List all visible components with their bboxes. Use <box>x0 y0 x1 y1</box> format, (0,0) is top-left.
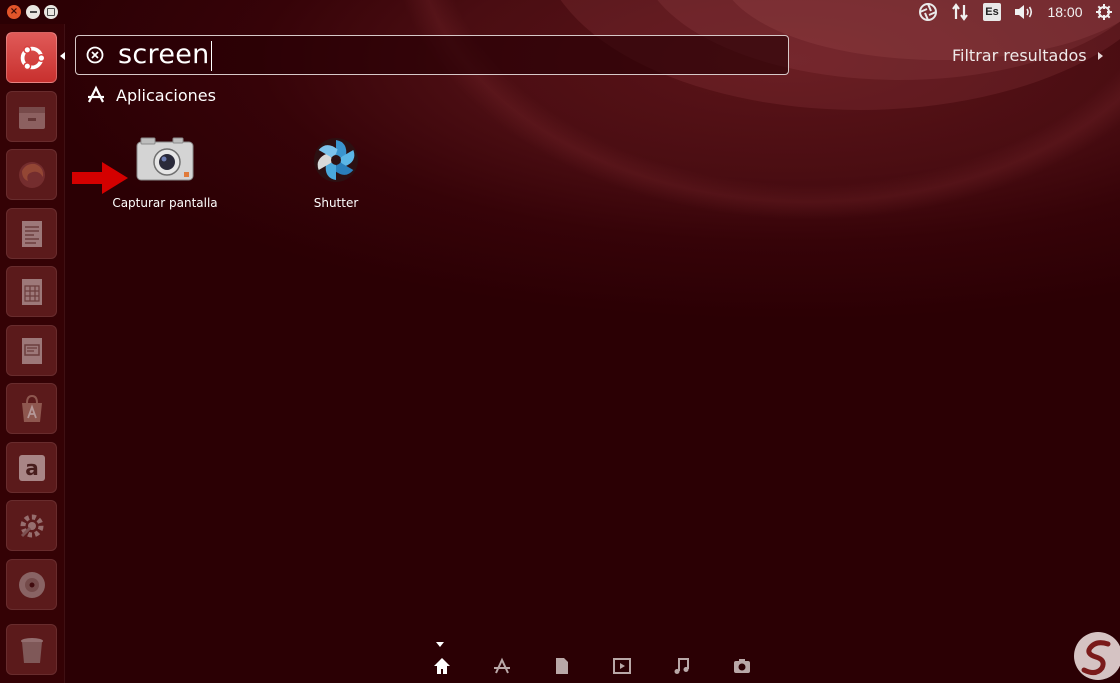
impress-icon <box>16 335 48 367</box>
top-panel: × Es 18:00 <box>0 0 1120 24</box>
amazon-icon: a <box>16 452 48 484</box>
clear-search-icon <box>86 46 104 64</box>
window-maximize-button[interactable] <box>44 5 58 19</box>
keyboard-layout-indicator[interactable]: Es <box>982 2 1002 22</box>
dvd-icon <box>16 569 48 601</box>
ubuntu-dash-screen: × Es 18:00 a screen Filtrar resultados A… <box>0 0 1120 683</box>
filter-results-label: Filtrar resultados <box>952 46 1087 65</box>
trash-icon <box>16 634 48 666</box>
shutter-tray-icon <box>919 3 937 21</box>
lens-photos[interactable] <box>731 655 753 677</box>
launcher-dash-home[interactable] <box>6 32 57 83</box>
watermark-logo <box>1074 632 1120 680</box>
applications-lens-icon <box>494 657 510 674</box>
search-query-text: screen <box>118 39 210 71</box>
result-capturar-pantalla[interactable]: Capturar pantalla <box>95 132 235 210</box>
launcher-software-center[interactable] <box>6 383 57 434</box>
launcher-files[interactable] <box>6 91 57 142</box>
result-label: Capturar pantalla <box>112 196 218 210</box>
lens-files[interactable] <box>551 655 573 677</box>
applications-icon <box>88 85 104 103</box>
chevron-right-icon[interactable] <box>1098 52 1103 60</box>
launcher-writer[interactable] <box>6 208 57 259</box>
files-lens-icon <box>556 658 568 674</box>
launcher-system-settings[interactable] <box>6 500 57 551</box>
search-query[interactable]: screen <box>118 39 212 71</box>
lens-applications[interactable] <box>491 655 513 677</box>
home-icon <box>434 658 450 674</box>
shutter-tray-indicator[interactable] <box>917 2 939 22</box>
search-input[interactable]: screen <box>75 35 789 75</box>
firefox-icon <box>16 159 48 191</box>
network-icon <box>952 3 968 21</box>
ubuntu-logo-icon <box>16 42 48 74</box>
window-minimize-button[interactable] <box>26 5 40 19</box>
close-icon: × <box>9 6 19 17</box>
maximize-icon <box>47 8 55 16</box>
filter-results-button[interactable]: Filtrar resultados <box>952 46 1087 65</box>
volume-icon <box>1015 5 1033 19</box>
result-shutter[interactable]: Shutter <box>266 132 406 210</box>
volume-indicator[interactable] <box>1013 2 1035 22</box>
camera-icon <box>136 137 194 181</box>
lens-home[interactable] <box>431 655 453 677</box>
launcher-calc[interactable] <box>6 266 57 317</box>
clock[interactable]: 18:00 <box>1045 2 1085 22</box>
section-title: Aplicaciones <box>116 85 216 105</box>
power-icon <box>1096 4 1112 20</box>
window-close-button[interactable]: × <box>7 5 21 19</box>
clear-search-button[interactable] <box>85 45 105 65</box>
power-indicator[interactable] <box>1094 2 1114 22</box>
software-center-icon <box>16 393 48 425</box>
settings-icon <box>16 510 48 542</box>
network-indicator[interactable] <box>949 2 971 22</box>
files-icon <box>16 101 48 133</box>
lens-bar <box>420 640 760 683</box>
svg-text:a: a <box>25 456 39 480</box>
calc-icon <box>16 276 48 308</box>
launcher-firefox[interactable] <box>6 149 57 200</box>
music-icon <box>674 658 689 674</box>
minimize-icon <box>29 11 37 13</box>
text-caret <box>210 40 212 71</box>
launcher-active-arrow <box>60 52 65 60</box>
shutter-icon <box>314 138 358 182</box>
launcher-dvd[interactable] <box>6 559 57 610</box>
result-label: Shutter <box>313 196 359 210</box>
video-icon <box>613 658 631 674</box>
lens-video[interactable] <box>611 655 633 677</box>
launcher: a <box>0 24 65 683</box>
lens-music[interactable] <box>671 655 693 677</box>
photos-icon <box>734 659 750 673</box>
writer-icon <box>16 218 48 250</box>
launcher-trash[interactable] <box>6 624 57 675</box>
section-header-applications: Aplicaciones <box>86 85 216 105</box>
keyboard-layout-label: Es <box>983 3 1001 21</box>
launcher-impress[interactable] <box>6 325 57 376</box>
launcher-amazon[interactable]: a <box>6 442 57 493</box>
